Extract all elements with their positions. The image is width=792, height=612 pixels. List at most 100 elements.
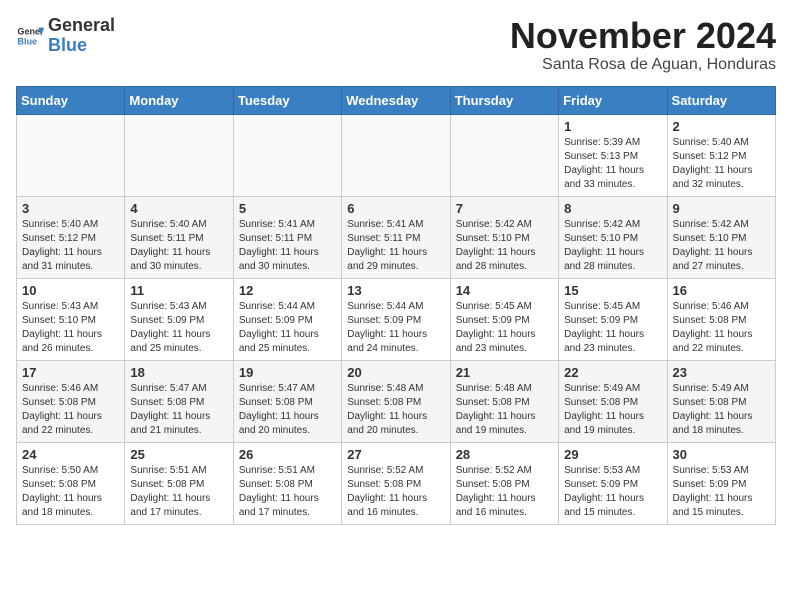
weekday-header: Wednesday <box>342 86 450 114</box>
day-info: Sunrise: 5:41 AMSunset: 5:11 PMDaylight:… <box>239 218 336 274</box>
calendar-week-row: 3Sunrise: 5:40 AMSunset: 5:12 PMDaylight… <box>17 196 776 278</box>
day-number: 24 <box>22 447 119 462</box>
day-info: Sunrise: 5:45 AMSunset: 5:09 PMDaylight:… <box>564 300 661 356</box>
day-info: Sunrise: 5:53 AMSunset: 5:09 PMDaylight:… <box>673 464 770 520</box>
title-block: November 2024 Santa Rosa de Aguan, Hondu… <box>510 16 776 74</box>
calendar-day-cell: 27 Sunrise: 5:52 AMSunset: 5:08 PMDayligh… <box>342 442 450 524</box>
calendar-day-cell: 25 Sunrise: 5:51 AMSunset: 5:08 PMDayligh… <box>125 442 233 524</box>
day-number: 20 <box>347 365 444 380</box>
calendar-day-cell: 12 Sunrise: 5:44 AMSunset: 5:09 PMDayligh… <box>233 278 341 360</box>
calendar-day-cell: 20 Sunrise: 5:48 AMSunset: 5:08 PMDayligh… <box>342 360 450 442</box>
calendar-day-cell: 3Sunrise: 5:40 AMSunset: 5:12 PMDaylight… <box>17 196 125 278</box>
day-number: 28 <box>456 447 553 462</box>
day-number: 12 <box>239 283 336 298</box>
day-info: Sunrise: 5:40 AMSunset: 5:11 PMDaylight:… <box>130 218 227 274</box>
calendar-week-row: 24 Sunrise: 5:50 AMSunset: 5:08 PMDayligh… <box>17 442 776 524</box>
location-subtitle: Santa Rosa de Aguan, Honduras <box>510 56 776 74</box>
calendar-day-cell: 21Sunrise: 5:48 AMSunset: 5:08 PMDayligh… <box>450 360 558 442</box>
day-info: Sunrise: 5:43 AMSunset: 5:09 PMDaylight:… <box>130 300 227 356</box>
day-info: Sunrise: 5:42 AMSunset: 5:10 PMDaylight:… <box>456 218 553 274</box>
logo-text: General Blue <box>48 16 115 56</box>
calendar-day-cell: 16Sunrise: 5:46 AMSunset: 5:08 PMDayligh… <box>667 278 775 360</box>
calendar-week-row: 10Sunrise: 5:43 AMSunset: 5:10 PMDayligh… <box>17 278 776 360</box>
weekday-header: Sunday <box>17 86 125 114</box>
day-number: 29 <box>564 447 661 462</box>
day-info: Sunrise: 5:44 AMSunset: 5:09 PMDaylight:… <box>239 300 336 356</box>
day-info: Sunrise: 5:39 AMSunset: 5:13 PMDaylight:… <box>564 136 661 192</box>
weekday-header: Tuesday <box>233 86 341 114</box>
day-number: 2 <box>673 119 770 134</box>
svg-text:Blue: Blue <box>17 36 37 46</box>
calendar-day-cell: 6 Sunrise: 5:41 AMSunset: 5:11 PMDaylight… <box>342 196 450 278</box>
calendar-day-cell: 4 Sunrise: 5:40 AMSunset: 5:11 PMDaylight… <box>125 196 233 278</box>
calendar-day-cell: 28 Sunrise: 5:52 AMSunset: 5:08 PMDayligh… <box>450 442 558 524</box>
day-info: Sunrise: 5:49 AMSunset: 5:08 PMDaylight:… <box>564 382 661 438</box>
day-number: 15 <box>564 283 661 298</box>
day-number: 11 <box>130 283 227 298</box>
logo: General Blue General Blue <box>16 16 115 56</box>
day-number: 22 <box>564 365 661 380</box>
day-number: 6 <box>347 201 444 216</box>
day-info: Sunrise: 5:52 AMSunset: 5:08 PMDaylight:… <box>456 464 553 520</box>
day-number: 26 <box>239 447 336 462</box>
calendar-day-cell: 18Sunrise: 5:47 AMSunset: 5:08 PMDayligh… <box>125 360 233 442</box>
calendar-day-cell <box>342 114 450 196</box>
day-info: Sunrise: 5:47 AMSunset: 5:08 PMDaylight:… <box>130 382 227 438</box>
weekday-header-row: SundayMondayTuesdayWednesdayThursdayFrid… <box>17 86 776 114</box>
day-number: 9 <box>673 201 770 216</box>
day-info: Sunrise: 5:47 AMSunset: 5:08 PMDaylight:… <box>239 382 336 438</box>
day-number: 19 <box>239 365 336 380</box>
calendar-day-cell: 7 Sunrise: 5:42 AMSunset: 5:10 PMDaylight… <box>450 196 558 278</box>
day-info: Sunrise: 5:44 AMSunset: 5:09 PMDaylight:… <box>347 300 444 356</box>
day-info: Sunrise: 5:53 AMSunset: 5:09 PMDaylight:… <box>564 464 661 520</box>
day-number: 4 <box>130 201 227 216</box>
day-number: 25 <box>130 447 227 462</box>
calendar-day-cell: 23 Sunrise: 5:49 AMSunset: 5:08 PMDayligh… <box>667 360 775 442</box>
month-title: November 2024 <box>510 16 776 56</box>
day-info: Sunrise: 5:41 AMSunset: 5:11 PMDaylight:… <box>347 218 444 274</box>
day-info: Sunrise: 5:51 AMSunset: 5:08 PMDaylight:… <box>239 464 336 520</box>
calendar-day-cell: 11 Sunrise: 5:43 AMSunset: 5:09 PMDayligh… <box>125 278 233 360</box>
day-info: Sunrise: 5:48 AMSunset: 5:08 PMDaylight:… <box>347 382 444 438</box>
calendar-day-cell: 22 Sunrise: 5:49 AMSunset: 5:08 PMDayligh… <box>559 360 667 442</box>
day-info: Sunrise: 5:42 AMSunset: 5:10 PMDaylight:… <box>673 218 770 274</box>
calendar-day-cell: 13Sunrise: 5:44 AMSunset: 5:09 PMDayligh… <box>342 278 450 360</box>
calendar-day-cell: 2 Sunrise: 5:40 AMSunset: 5:12 PMDaylight… <box>667 114 775 196</box>
weekday-header: Saturday <box>667 86 775 114</box>
day-info: Sunrise: 5:46 AMSunset: 5:08 PMDaylight:… <box>673 300 770 356</box>
logo-icon: General Blue <box>16 22 44 50</box>
day-info: Sunrise: 5:51 AMSunset: 5:08 PMDaylight:… <box>130 464 227 520</box>
day-number: 8 <box>564 201 661 216</box>
day-number: 7 <box>456 201 553 216</box>
calendar-day-cell: 9 Sunrise: 5:42 AMSunset: 5:10 PMDaylight… <box>667 196 775 278</box>
day-info: Sunrise: 5:45 AMSunset: 5:09 PMDaylight:… <box>456 300 553 356</box>
calendar-day-cell <box>125 114 233 196</box>
calendar-day-cell: 30 Sunrise: 5:53 AMSunset: 5:09 PMDayligh… <box>667 442 775 524</box>
calendar-day-cell <box>450 114 558 196</box>
day-number: 1 <box>564 119 661 134</box>
weekday-header: Thursday <box>450 86 558 114</box>
day-number: 21 <box>456 365 553 380</box>
calendar-day-cell: 24 Sunrise: 5:50 AMSunset: 5:08 PMDayligh… <box>17 442 125 524</box>
day-number: 23 <box>673 365 770 380</box>
calendar-day-cell: 1 Sunrise: 5:39 AMSunset: 5:13 PMDaylight… <box>559 114 667 196</box>
day-number: 30 <box>673 447 770 462</box>
calendar-table: SundayMondayTuesdayWednesdayThursdayFrid… <box>16 86 776 525</box>
calendar-day-cell: 29 Sunrise: 5:53 AMSunset: 5:09 PMDayligh… <box>559 442 667 524</box>
day-info: Sunrise: 5:49 AMSunset: 5:08 PMDaylight:… <box>673 382 770 438</box>
weekday-header: Monday <box>125 86 233 114</box>
day-info: Sunrise: 5:42 AMSunset: 5:10 PMDaylight:… <box>564 218 661 274</box>
day-info: Sunrise: 5:52 AMSunset: 5:08 PMDaylight:… <box>347 464 444 520</box>
calendar-day-cell: 5Sunrise: 5:41 AMSunset: 5:11 PMDaylight… <box>233 196 341 278</box>
day-number: 10 <box>22 283 119 298</box>
calendar-day-cell: 19 Sunrise: 5:47 AMSunset: 5:08 PMDayligh… <box>233 360 341 442</box>
day-info: Sunrise: 5:50 AMSunset: 5:08 PMDaylight:… <box>22 464 119 520</box>
day-info: Sunrise: 5:40 AMSunset: 5:12 PMDaylight:… <box>22 218 119 274</box>
calendar-day-cell <box>17 114 125 196</box>
day-number: 17 <box>22 365 119 380</box>
calendar-day-cell: 10Sunrise: 5:43 AMSunset: 5:10 PMDayligh… <box>17 278 125 360</box>
calendar-day-cell: 26 Sunrise: 5:51 AMSunset: 5:08 PMDayligh… <box>233 442 341 524</box>
day-info: Sunrise: 5:46 AMSunset: 5:08 PMDaylight:… <box>22 382 119 438</box>
day-number: 27 <box>347 447 444 462</box>
day-info: Sunrise: 5:40 AMSunset: 5:12 PMDaylight:… <box>673 136 770 192</box>
